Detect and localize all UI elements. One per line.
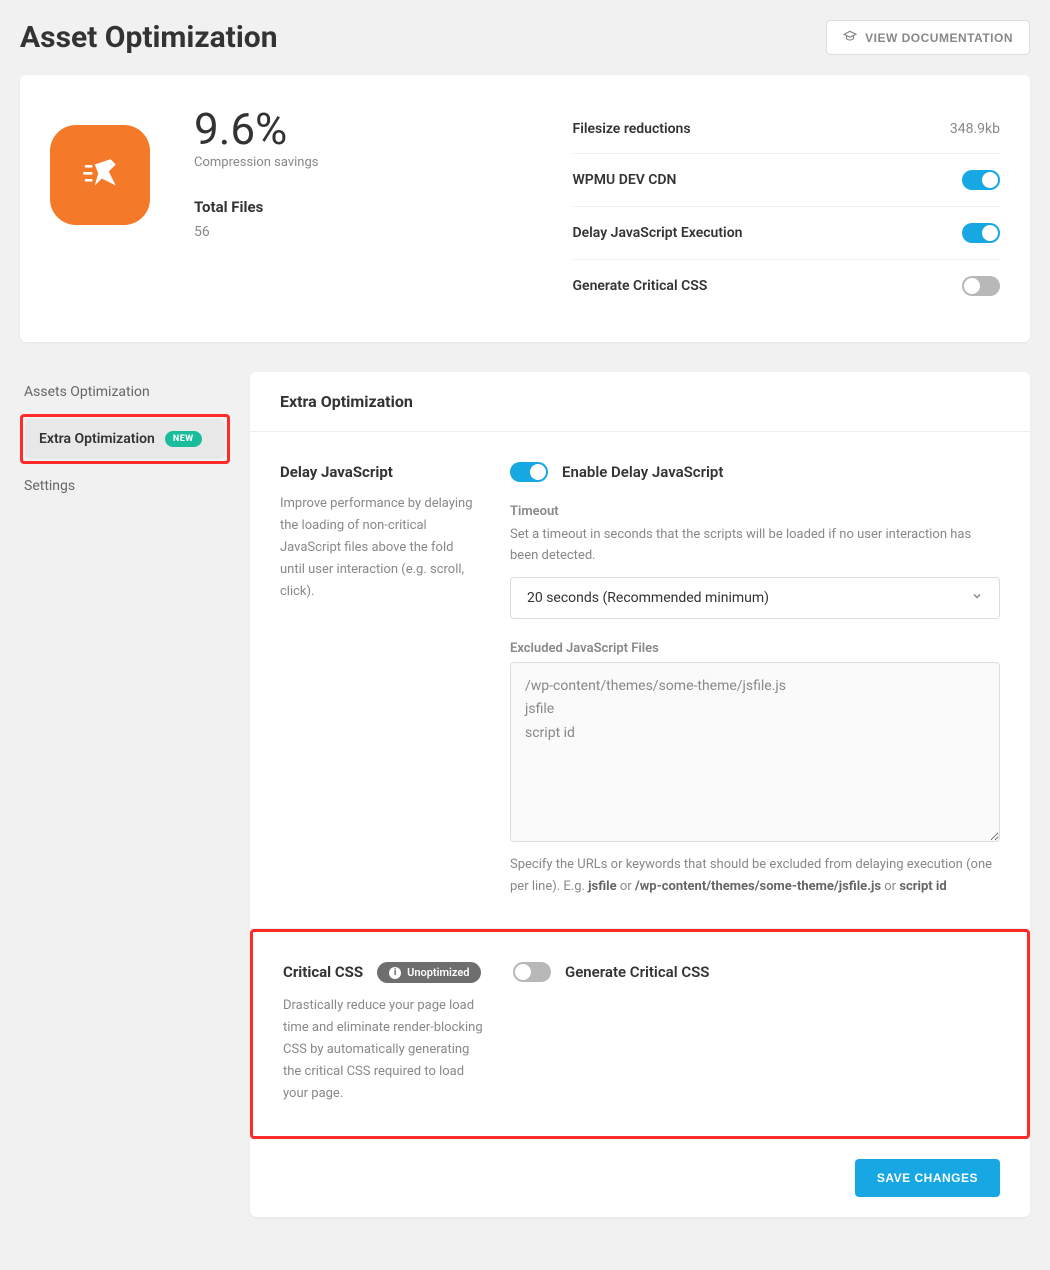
summary-card: 9.6% Compression savings Total Files 56 … [20,75,1030,342]
delay-js-summary-toggle[interactable] [962,223,1000,243]
section-description: Improve performance by delaying the load… [280,493,480,603]
stat-label: Delay JavaScript Execution [573,225,743,241]
sidebar-item-extra-optimization[interactable]: Extra Optimization NEW [25,419,225,459]
stat-value: 348.9kb [950,121,1000,137]
graduation-cap-icon [843,29,857,46]
total-files-value: 56 [194,224,318,240]
excluded-label: Excluded JavaScript Files [510,641,1000,656]
view-documentation-button[interactable]: VIEW DOCUMENTATION [826,20,1030,55]
main-panel: Extra Optimization Delay JavaScript Impr… [250,372,1030,1217]
stat-label: Generate Critical CSS [573,278,708,294]
section-description: Drastically reduce your page load time a… [283,995,483,1105]
section-heading: Delay JavaScript [280,463,393,481]
sidebar-item-settings[interactable]: Settings [20,466,230,506]
section-critical-css: Critical CSS i Unoptimized Drastically r… [253,932,1027,1136]
stat-row-filesize: Filesize reductions 348.9kb [573,105,1001,154]
section-delay-js: Delay JavaScript Improve performance by … [250,432,1030,929]
timeout-label: Timeout [510,504,1000,519]
hint-text: or [617,879,635,894]
chevron-down-icon [971,590,983,606]
info-icon: i [389,967,401,979]
view-documentation-label: VIEW DOCUMENTATION [865,31,1013,45]
new-badge: NEW [165,431,202,447]
save-changes-button[interactable]: SAVE CHANGES [855,1159,1000,1197]
cdn-toggle[interactable] [962,170,1000,190]
critical-css-summary-toggle[interactable] [962,276,1000,296]
stat-row-delay-js: Delay JavaScript Execution [573,207,1001,260]
page-title: Asset Optimization [20,20,278,55]
sidebar-item-label: Extra Optimization [39,431,155,447]
excluded-files-textarea[interactable] [510,662,1000,842]
total-files-title: Total Files [194,198,318,216]
section-heading: Critical CSS [283,963,363,981]
sidebar-item-label: Settings [24,478,75,494]
stat-row-critical-css: Generate Critical CSS [573,260,1001,312]
toggle-label: Enable Delay JavaScript [562,463,723,481]
timeout-select[interactable]: 20 seconds (Recommended minimum) [510,577,1000,619]
compression-label: Compression savings [194,155,318,170]
highlight-box-critical-css: Critical CSS i Unoptimized Drastically r… [250,929,1030,1139]
hummingbird-icon [50,125,150,225]
compression-percent: 9.6% [194,105,318,153]
unoptimized-badge: i Unoptimized [377,962,481,983]
excluded-hint: Specify the URLs or keywords that should… [510,854,1000,898]
toggle-label: Generate Critical CSS [565,963,709,981]
hint-bold: jsfile [588,879,616,894]
timeout-value: 20 seconds (Recommended minimum) [527,590,769,606]
sidebar-item-assets-optimization[interactable]: Assets Optimization [20,372,230,412]
stat-label: WPMU DEV CDN [573,172,677,188]
stat-label: Filesize reductions [573,121,691,137]
panel-footer: SAVE CHANGES [250,1139,1030,1217]
stat-row-cdn: WPMU DEV CDN [573,154,1001,207]
enable-delay-js-toggle[interactable] [510,462,548,482]
hint-bold: script id [899,879,946,894]
hint-text: or [881,879,899,894]
timeout-help: Set a timeout in seconds that the script… [510,525,1000,567]
generate-critical-css-toggle[interactable] [513,962,551,982]
hint-bold: /wp-content/themes/some-theme/jsfile.js [635,879,881,894]
panel-title: Extra Optimization [250,372,1030,432]
sidebar-item-label: Assets Optimization [24,384,150,400]
sidebar: Assets Optimization Extra Optimization N… [20,372,230,506]
highlight-box-sidebar: Extra Optimization NEW [20,414,230,464]
badge-label: Unoptimized [407,966,469,979]
